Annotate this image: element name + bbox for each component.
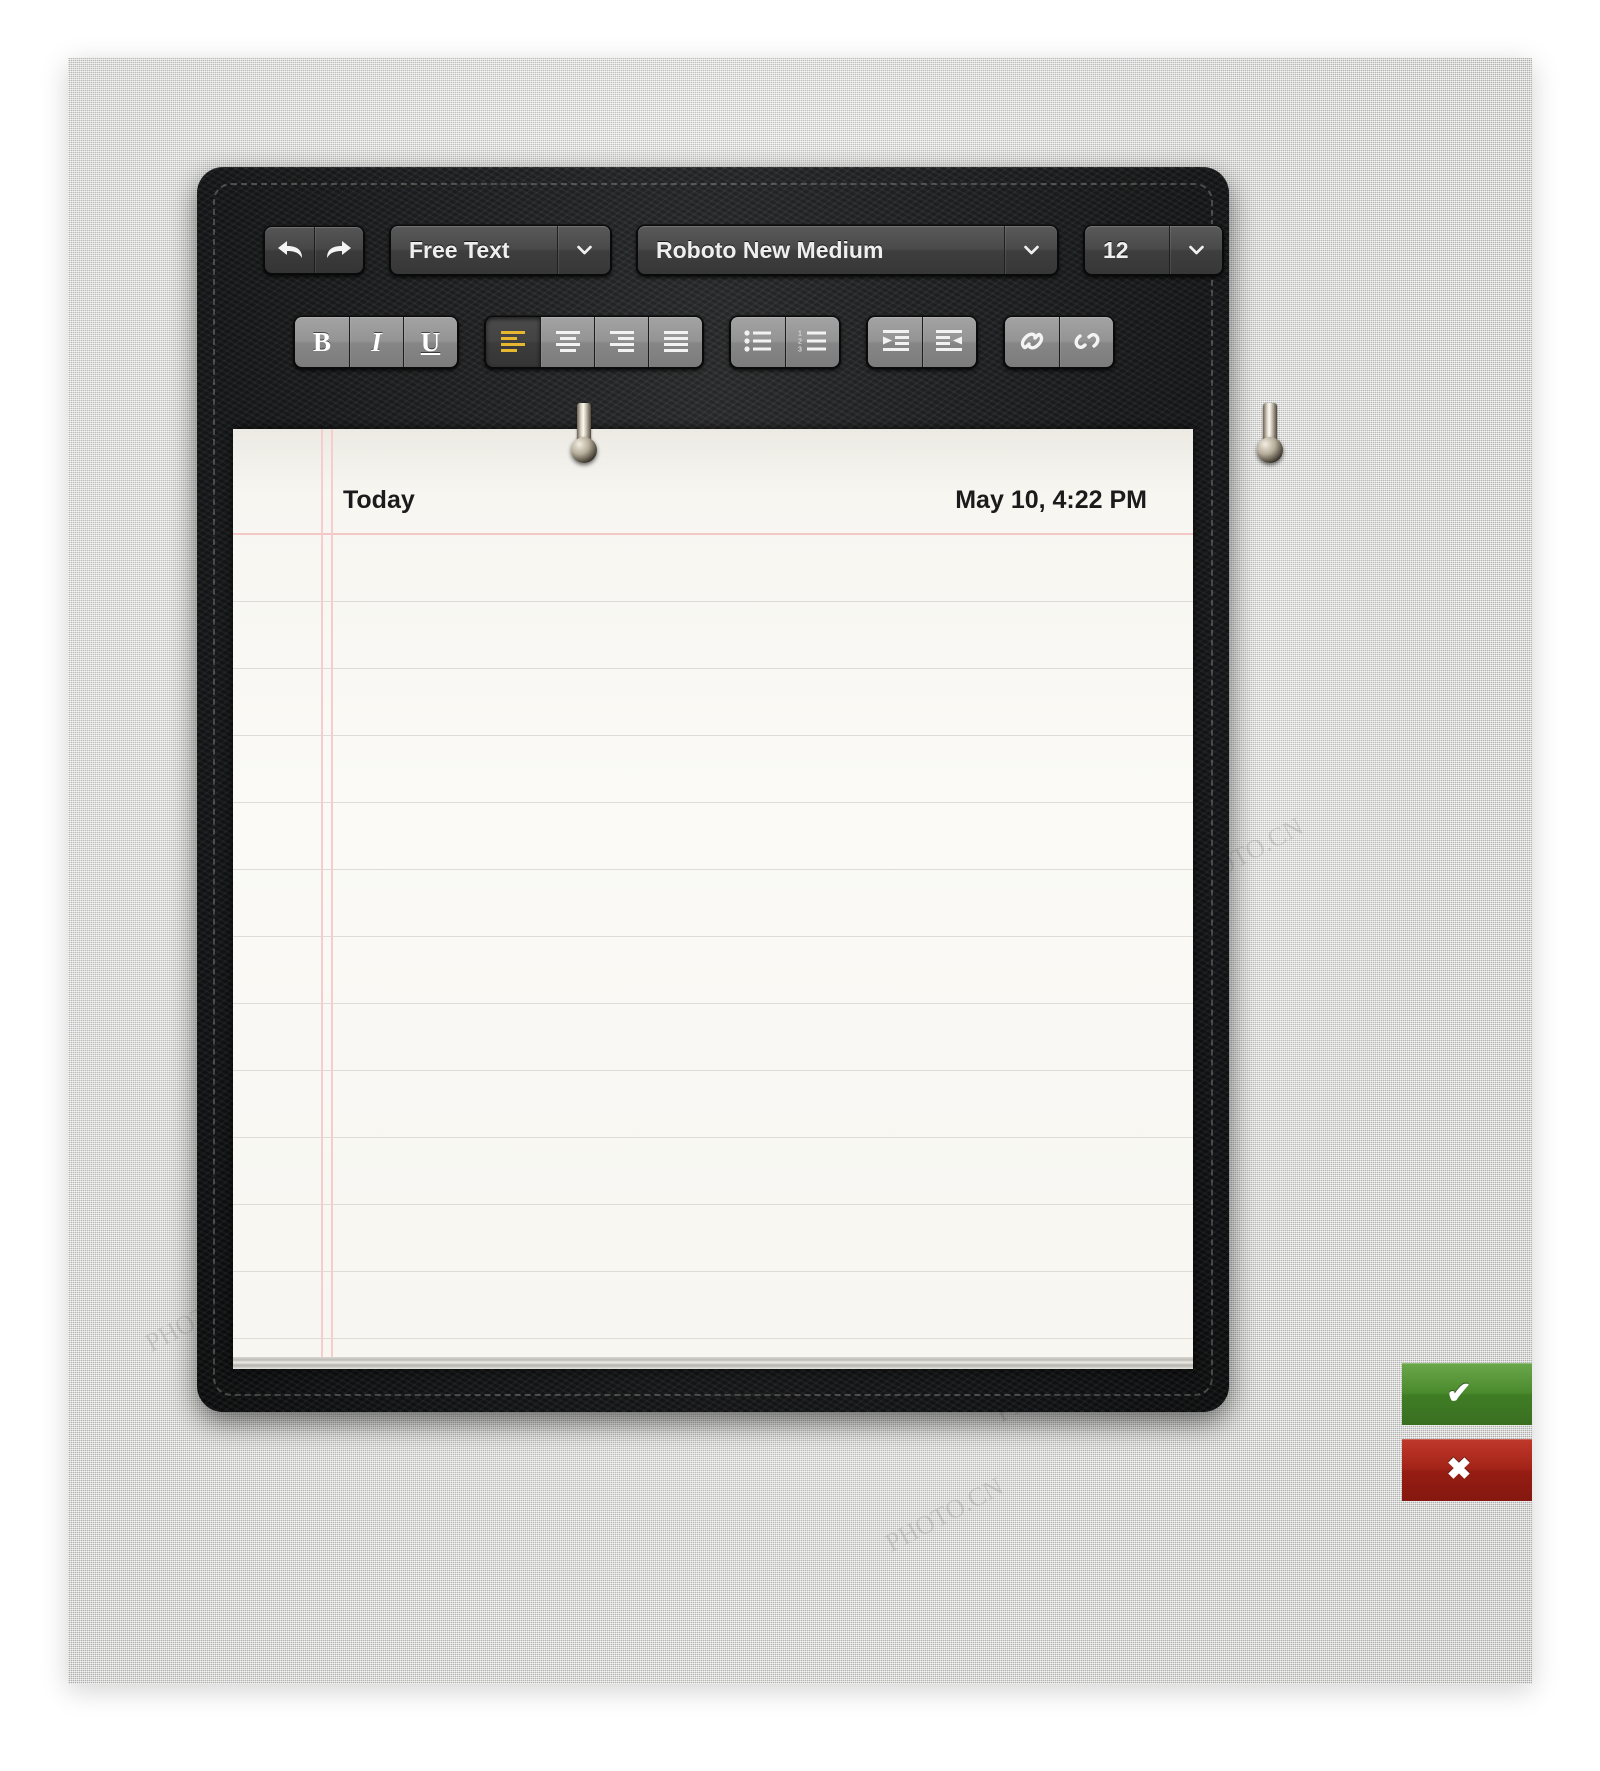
style-select[interactable]: Free Text (391, 226, 610, 274)
align-justify-button[interactable] (648, 317, 702, 367)
font-size-group: 12 (1083, 224, 1224, 276)
list-group: 1 2 3 (729, 315, 841, 369)
style-select-group: Free Text (389, 224, 612, 276)
outdent-icon (879, 328, 911, 357)
header-rule-line (233, 533, 1193, 535)
ribbon-tail-reject (1532, 1439, 1562, 1501)
reject-button[interactable]: ✖ (1402, 1439, 1532, 1501)
font-family-value: Roboto New Medium (638, 226, 1004, 274)
style-select-value: Free Text (391, 226, 557, 274)
align-left-icon (498, 328, 528, 357)
font-family-select[interactable]: Roboto New Medium (638, 226, 1057, 274)
note-title: Today (343, 485, 415, 514)
ring-knob (571, 437, 597, 463)
indent-icon (934, 328, 966, 357)
toolbar-row-primary: Free Text Roboto New Medium 12 (263, 224, 1224, 276)
numbered-list-button[interactable]: 1 2 3 (785, 317, 839, 367)
undo-button[interactable] (265, 227, 314, 273)
align-right-button[interactable] (594, 317, 648, 367)
align-center-button[interactable] (540, 317, 594, 367)
note-paper[interactable]: Today May 10, 4:22 PM (233, 429, 1193, 1369)
note-header: Today May 10, 4:22 PM (343, 479, 1147, 521)
link-group (1003, 315, 1115, 369)
text-style-group: B I U (293, 315, 459, 369)
redo-arrow-icon (324, 237, 354, 264)
font-size-chevron[interactable] (1169, 226, 1222, 274)
font-size-select[interactable]: 12 (1085, 226, 1222, 274)
chevron-down-icon (1023, 245, 1039, 254)
bullet-list-icon (742, 328, 774, 357)
accept-button[interactable]: ✔ (1402, 1363, 1532, 1425)
close-icon: ✖ (1446, 1453, 1472, 1486)
underline-button[interactable]: U (403, 317, 457, 367)
align-justify-icon (661, 328, 691, 357)
style-select-chevron[interactable] (557, 226, 610, 274)
font-size-value: 12 (1085, 226, 1169, 274)
ribbon-tail-accept (1532, 1363, 1562, 1425)
indent-group (866, 315, 978, 369)
binder-ring-right (1257, 403, 1283, 463)
svg-text:3: 3 (798, 346, 802, 353)
italic-button[interactable]: I (349, 317, 403, 367)
remove-link-button[interactable] (1059, 317, 1113, 367)
align-center-icon (553, 328, 583, 357)
outdent-button[interactable] (868, 317, 922, 367)
undo-redo-group (263, 225, 365, 275)
font-select-group: Roboto New Medium (636, 224, 1059, 276)
redo-button[interactable] (314, 227, 363, 273)
indent-button[interactable] (922, 317, 976, 367)
svg-text:2: 2 (798, 338, 802, 345)
chevron-down-icon (1188, 245, 1204, 254)
toolbar-row-formatting: B I U 1 2 3 (293, 315, 1115, 369)
unlink-icon (1072, 327, 1102, 358)
ruled-lines (233, 535, 1193, 1369)
check-icon: ✔ (1446, 1377, 1472, 1410)
note-timestamp: May 10, 4:22 PM (955, 485, 1147, 514)
undo-arrow-icon (275, 237, 305, 264)
align-right-icon (607, 328, 637, 357)
align-left-button[interactable] (486, 317, 540, 367)
leather-case: Free Text Roboto New Medium 12 B I U 1 2… (197, 167, 1532, 1501)
ring-knob (1257, 437, 1283, 463)
bullet-list-button[interactable] (731, 317, 785, 367)
chevron-down-icon (576, 245, 592, 254)
margin-line (321, 429, 333, 1369)
numbered-list-icon: 1 2 3 (797, 328, 829, 357)
link-icon (1017, 327, 1047, 358)
bold-button[interactable]: B (295, 317, 349, 367)
paper-bottom-edge (233, 1357, 1193, 1369)
font-family-chevron[interactable] (1004, 226, 1057, 274)
insert-link-button[interactable] (1005, 317, 1059, 367)
binder-ring-left (571, 403, 597, 463)
alignment-group (484, 315, 704, 369)
svg-text:1: 1 (798, 330, 802, 337)
